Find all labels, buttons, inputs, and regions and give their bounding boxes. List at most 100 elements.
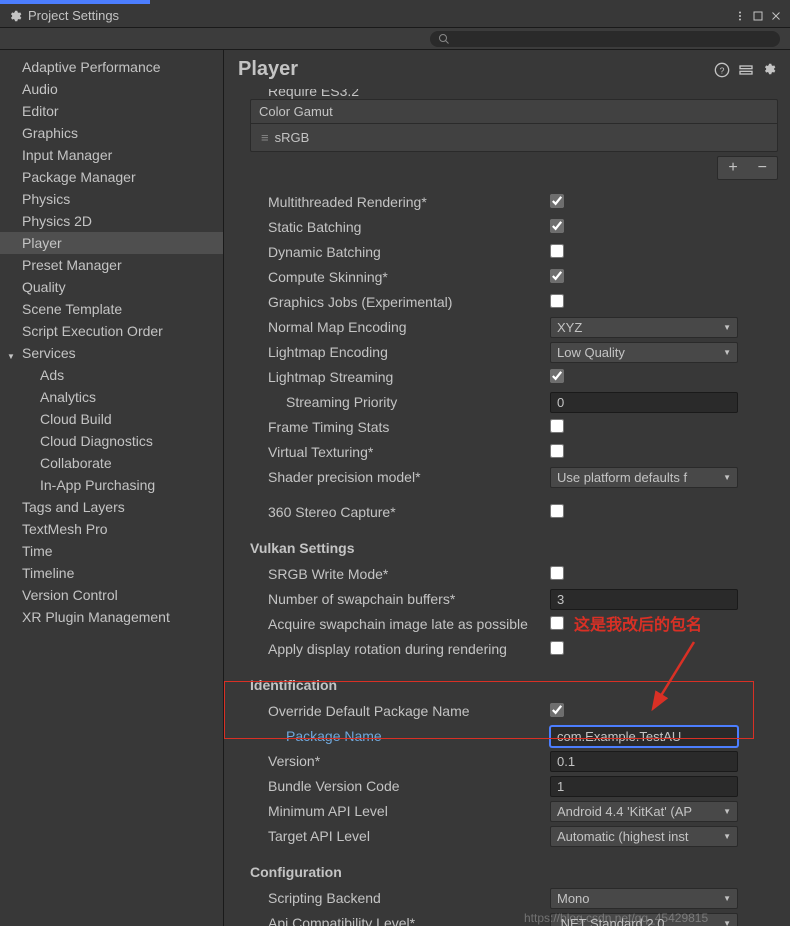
sidebar-item-adaptive-performance[interactable]: Adaptive Performance: [0, 56, 223, 78]
multithreaded-checkbox[interactable]: [550, 194, 564, 208]
graphics_jobs-checkbox[interactable]: [550, 294, 564, 308]
override_package-checkbox[interactable]: [550, 703, 564, 717]
sidebar-item-textmesh-pro[interactable]: TextMesh Pro: [0, 518, 223, 540]
version-label: Version*: [250, 753, 550, 769]
sidebar-item-graphics[interactable]: Graphics: [0, 122, 223, 144]
vulkan_section-header: Vulkan Settings: [250, 540, 778, 556]
normal_map-select[interactable]: XYZ: [550, 317, 738, 338]
static_batching-label: Static Batching: [250, 219, 550, 235]
static_batching-checkbox[interactable]: [550, 219, 564, 233]
sidebar-item-cloud-diagnostics[interactable]: Cloud Diagnostics: [0, 430, 223, 452]
apply_rotation-label: Apply display rotation during rendering: [250, 641, 550, 657]
sidebar-item-services[interactable]: Services: [0, 342, 223, 364]
sidebar-item-time[interactable]: Time: [0, 540, 223, 562]
sidebar-item-collaborate[interactable]: Collaborate: [0, 452, 223, 474]
sidebar-item-ads[interactable]: Ads: [0, 364, 223, 386]
sidebar-item-version-control[interactable]: Version Control: [0, 584, 223, 606]
lightmap_stream-label: Lightmap Streaming: [250, 369, 550, 385]
identification_section-header: Identification: [250, 677, 778, 693]
stereo_capture-label: 360 Stereo Capture*: [250, 504, 550, 520]
sidebar-item-physics[interactable]: Physics: [0, 188, 223, 210]
remove-button[interactable]: −: [748, 157, 777, 179]
override_package-label: Override Default Package Name: [250, 703, 550, 719]
watermark: https://blog.csdn.net/qq_45429815: [524, 911, 708, 925]
sidebar-item-scene-template[interactable]: Scene Template: [0, 298, 223, 320]
lightmap_stream-checkbox[interactable]: [550, 369, 564, 383]
sidebar-item-preset-manager[interactable]: Preset Manager: [0, 254, 223, 276]
maximize-icon[interactable]: [752, 10, 764, 22]
package_name-input[interactable]: com.Example.TestAU: [550, 726, 738, 747]
dynamic_batching-checkbox[interactable]: [550, 244, 564, 258]
svg-text:?: ?: [720, 65, 725, 75]
settings-icon[interactable]: [762, 62, 776, 78]
sidebar-item-player[interactable]: Player: [0, 232, 223, 254]
menu-icon[interactable]: [734, 10, 746, 22]
add-button[interactable]: +: [718, 157, 747, 179]
scripting_backend-select[interactable]: Mono: [550, 888, 738, 909]
shader_precision-label: Shader precision model*: [250, 469, 550, 485]
srgb_write-label: SRGB Write Mode*: [250, 566, 550, 582]
frame_timing-label: Frame Timing Stats: [250, 419, 550, 435]
scripting_backend-label: Scripting Backend: [250, 890, 550, 906]
multithreaded-label: Multithreaded Rendering*: [250, 194, 550, 210]
config_section-header: Configuration: [250, 864, 778, 880]
lightmap_enc-label: Lightmap Encoding: [250, 344, 550, 360]
search-input[interactable]: [430, 31, 780, 47]
color-gamut-label: Color Gamut: [251, 100, 777, 123]
streaming_priority-label: Streaming Priority: [250, 394, 550, 410]
gear-icon: [8, 9, 22, 23]
target_api-label: Target API Level: [250, 828, 550, 844]
sidebar-item-quality[interactable]: Quality: [0, 276, 223, 298]
normal_map-label: Normal Map Encoding: [250, 319, 550, 335]
sidebar-item-package-manager[interactable]: Package Manager: [0, 166, 223, 188]
sidebar-item-script-execution-order[interactable]: Script Execution Order: [0, 320, 223, 342]
compute_skinning-checkbox[interactable]: [550, 269, 564, 283]
swapchain_buffers-input[interactable]: 3: [550, 589, 738, 610]
sidebar-item-analytics[interactable]: Analytics: [0, 386, 223, 408]
min_api-select[interactable]: Android 4.4 'KitKat' (AP: [550, 801, 738, 822]
sidebar-item-tags-and-layers[interactable]: Tags and Layers: [0, 496, 223, 518]
window-title: Project Settings: [28, 8, 734, 23]
api_compat-label: Api Compatibility Level*: [250, 915, 550, 926]
acquire_swapchain-checkbox[interactable]: [550, 616, 564, 630]
stereo_capture-checkbox[interactable]: [550, 504, 564, 518]
swapchain_buffers-label: Number of swapchain buffers*: [250, 591, 550, 607]
graphics_jobs-label: Graphics Jobs (Experimental): [250, 294, 550, 310]
package_name-label: Package Name: [250, 728, 550, 744]
dynamic_batching-label: Dynamic Batching: [250, 244, 550, 260]
annotation-text: 这是我改后的包名: [574, 611, 702, 635]
help-icon[interactable]: ?: [714, 62, 730, 78]
presets-icon[interactable]: [738, 62, 754, 78]
bundle_code-label: Bundle Version Code: [250, 778, 550, 794]
sidebar-item-input-manager[interactable]: Input Manager: [0, 144, 223, 166]
page-title: Player: [238, 58, 714, 81]
sidebar-item-audio[interactable]: Audio: [0, 78, 223, 100]
sidebar-item-xr-plugin-management[interactable]: XR Plugin Management: [0, 606, 223, 628]
sidebar-item-in-app-purchasing[interactable]: In-App Purchasing: [0, 474, 223, 496]
version-input[interactable]: 0.1: [550, 751, 738, 772]
drag-handle-icon: ≡: [261, 130, 267, 145]
shader_precision-select[interactable]: Use platform defaults f: [550, 467, 738, 488]
frame_timing-checkbox[interactable]: [550, 419, 564, 433]
virtual_texturing-label: Virtual Texturing*: [250, 444, 550, 460]
streaming_priority-input[interactable]: 0: [550, 392, 738, 413]
color-gamut-list: Color Gamut ≡ sRGB: [250, 99, 778, 152]
close-icon[interactable]: [770, 10, 782, 22]
sidebar-item-cloud-build[interactable]: Cloud Build: [0, 408, 223, 430]
lightmap_enc-select[interactable]: Low Quality: [550, 342, 738, 363]
clipped-row: Require ES3.2: [268, 89, 359, 99]
color-gamut-item[interactable]: ≡ sRGB: [251, 123, 777, 151]
search-icon: [438, 33, 450, 45]
target_api-select[interactable]: Automatic (highest inst: [550, 826, 738, 847]
min_api-label: Minimum API Level: [250, 803, 550, 819]
sidebar-item-editor[interactable]: Editor: [0, 100, 223, 122]
srgb_write-checkbox[interactable]: [550, 566, 564, 580]
sidebar-item-timeline[interactable]: Timeline: [0, 562, 223, 584]
compute_skinning-label: Compute Skinning*: [250, 269, 550, 285]
apply_rotation-checkbox[interactable]: [550, 641, 564, 655]
bundle_code-input[interactable]: 1: [550, 776, 738, 797]
sidebar-item-physics-2d[interactable]: Physics 2D: [0, 210, 223, 232]
acquire_swapchain-label: Acquire swapchain image late as possible: [250, 616, 550, 632]
sidebar: Adaptive PerformanceAudioEditorGraphicsI…: [0, 50, 224, 926]
virtual_texturing-checkbox[interactable]: [550, 444, 564, 458]
